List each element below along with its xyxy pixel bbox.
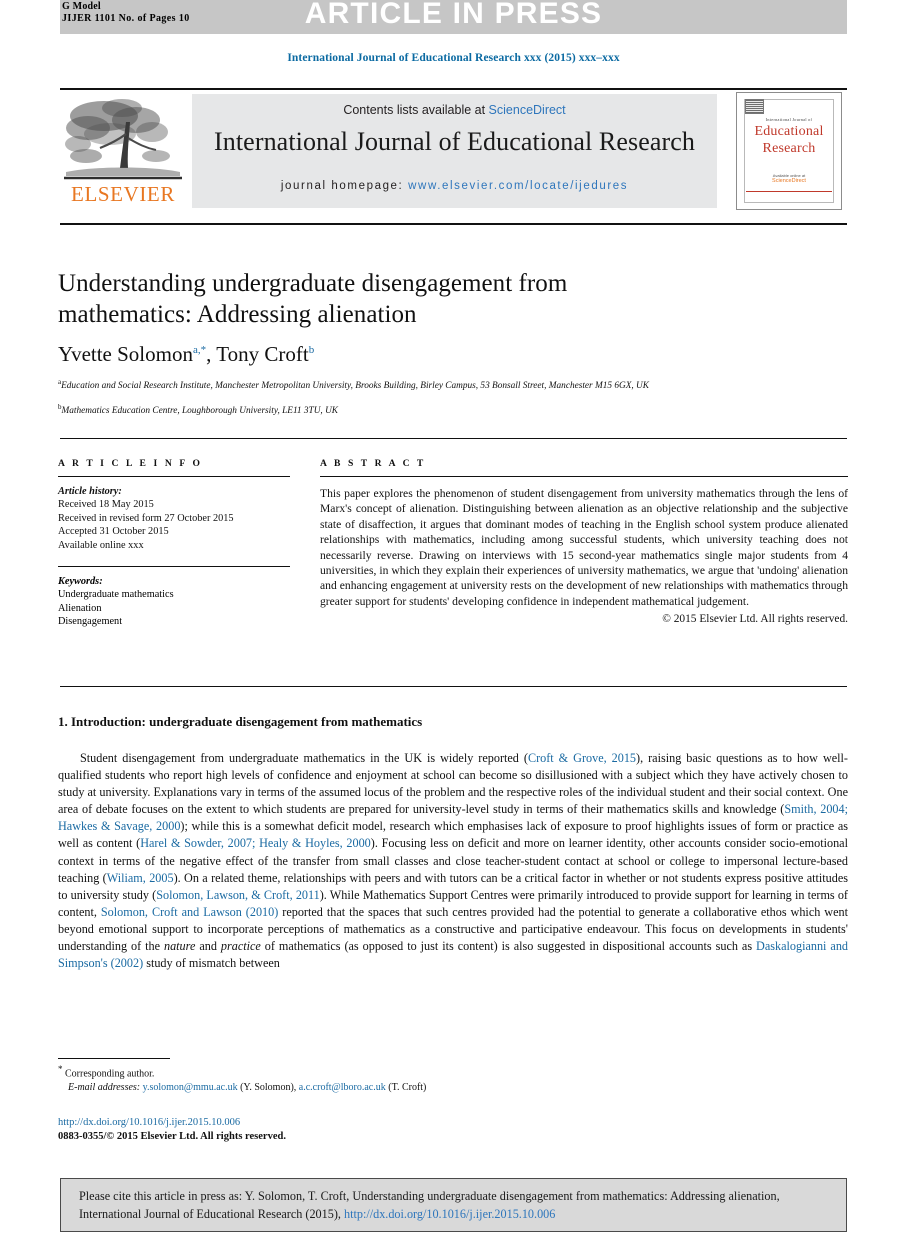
cover-title-line-1: Educational [754,124,824,139]
article-info-rule [58,476,290,477]
abstract-rule [320,476,848,477]
keywords-label: Keywords: [58,576,103,588]
emphasis-text: nature [163,939,196,954]
abstract-column: A B S T R A C T This paper explores the … [320,458,848,625]
contents-available-line: Contents lists available at ScienceDirec… [192,103,717,117]
email-addresses-line: E-mail addresses: y.solomon@mmu.ac.uk (Y… [58,1081,578,1095]
elsevier-wordmark: ELSEVIER [71,182,175,206]
cover-elsevier-icon [745,99,764,114]
cover-sciencedirect-block: Available online at ScienceDirect [737,173,841,184]
corresponding-author-text: Corresponding author. [65,1068,155,1080]
homepage-label: journal homepage: [280,180,404,192]
cite-this-article-text: Please cite this article in press as: Y.… [79,1188,830,1223]
corresponding-author-note: * Corresponding author. [58,1063,578,1081]
journal-title: International Journal of Educational Res… [214,127,695,156]
page-title: Understanding undergraduate disengagemen… [58,270,568,328]
abstract-label: A B S T R A C T [320,458,426,469]
running-head: International Journal of Educational Res… [287,52,620,64]
cite-this-article-box: Please cite this article in press as: Y.… [60,1178,847,1232]
cover-superline: International Journal of [765,117,813,122]
email-person-croft: (T. Croft) [388,1081,427,1093]
sciencedirect-link[interactable]: ScienceDirect [489,103,566,117]
masthead-box: Contents lists available at ScienceDirec… [192,94,717,208]
elsevier-logo: ELSEVIER [64,94,182,212]
footnote-block: * Corresponding author. E-mail addresses… [58,1063,578,1095]
email-link-solomon[interactable]: y.solomon@mmu.ac.uk [143,1082,238,1093]
author-list: Yvette Solomona,*, Tony Croftb [58,342,758,367]
history-item: Received 18 May 2015 [58,499,154,511]
citation-link[interactable]: Harel & Sowder, 2007; Healy & Hoyles, 20… [140,836,371,850]
cover-title-line-2: Research [762,141,816,156]
abstract-copyright: © 2015 Elsevier Ltd. All rights reserved… [662,613,848,626]
citation-link[interactable]: Croft & Grove, 2015 [528,751,636,765]
citation-link[interactable]: Wiliam, 2005 [107,871,174,885]
g-model-line: G Model [62,1,101,12]
email-label: E-mail addresses: [68,1081,141,1093]
email-person-solomon: (Y. Solomon) [240,1081,294,1093]
article-history-label: Article history: [58,486,122,497]
article-info-column: A R T I C L E I N F O Article history: R… [58,458,290,629]
citation-link[interactable]: Solomon, Lawson, & Croft, 2011 [156,888,320,902]
journal-code-line: JIJER 1101 No. of Pages 10 [62,12,190,24]
section-heading-introduction: 1. Introduction: undergraduate disengage… [58,714,423,729]
body-text: study of mismatch between [143,956,280,971]
body-text: of mathematics (as opposed to just its c… [260,939,757,954]
author-name: Yvette Solomon [58,342,193,366]
author-separator: , [206,342,217,366]
doi-link[interactable]: http://dx.doi.org/10.1016/j.ijer.2015.10… [58,1117,240,1128]
author-name: Tony Croft [216,342,309,366]
keyword-item: Alienation [58,602,102,614]
body-text: Student disengagement from undergraduate… [80,751,528,765]
email-link-croft[interactable]: a.c.croft@lboro.ac.uk [299,1082,386,1093]
cite-doi-link[interactable]: http://dx.doi.org/10.1016/j.ijer.2015.10… [344,1207,555,1221]
citation-link[interactable]: Solomon, Croft and Lawson (2010) [101,905,278,919]
affiliation-a: aEducation and Social Research Institute… [58,376,758,393]
history-item: Accepted 31 October 2015 [58,526,169,538]
masthead-top-rule [60,88,847,90]
cover-bottom-rule [746,191,832,192]
elsevier-tree-icon [64,99,182,180]
contents-prefix: Contents lists available at [343,103,489,117]
affiliation-b: bMathematics Education Centre, Loughboro… [58,401,758,418]
affiliation-text: Education and Social Research Institute,… [61,381,649,392]
asterisk-icon: * [58,1064,63,1074]
affiliation-text: Mathematics Education Centre, Loughborou… [61,406,338,417]
body-paragraph-1: Student disengagement from undergraduate… [58,750,848,972]
homepage-url[interactable]: www.elsevier.com/locate/ijedures [408,180,628,192]
emphasis-text: practice [220,939,261,954]
body-separator-rule [60,686,847,687]
history-item: Available online xxx [58,539,144,551]
author-affiliation-mark: a,* [192,344,207,356]
galley-model-info: G Model JIJER 1101 No. of Pages 10 [62,1,190,24]
abstract-text: This paper explores the phenomenon of st… [320,487,848,608]
keywords-rule [58,566,290,568]
masthead: ELSEVIER Contents lists available at Sci… [60,92,847,218]
keywords-block: Keywords: Undergraduate mathematics Alie… [58,575,290,629]
article-history-block: Article history: Received 18 May 2015 Re… [58,485,290,552]
history-item: Received in revised form 27 October 2015 [58,512,234,524]
keyword-item: Undergraduate mathematics [58,589,174,601]
footnote-rule [58,1058,170,1059]
cover-sciencedirect-brand: ScienceDirect [772,178,806,184]
issn-copyright-line: 0883-0355/© 2015 Elsevier Ltd. All right… [58,1131,286,1142]
keyword-item: Disengagement [58,616,123,628]
body-text: and [195,939,221,954]
article-info-label: A R T I C L E I N F O [58,458,203,469]
email-separator: , [293,1081,297,1093]
author-affiliation-mark: b [308,344,315,356]
journal-homepage-line: journal homepage: www.elsevier.com/locat… [192,180,717,192]
journal-cover-thumbnail: International Journal of Educational Res… [736,92,842,210]
masthead-bottom-rule [60,223,847,225]
info-separator-rule [60,438,847,439]
